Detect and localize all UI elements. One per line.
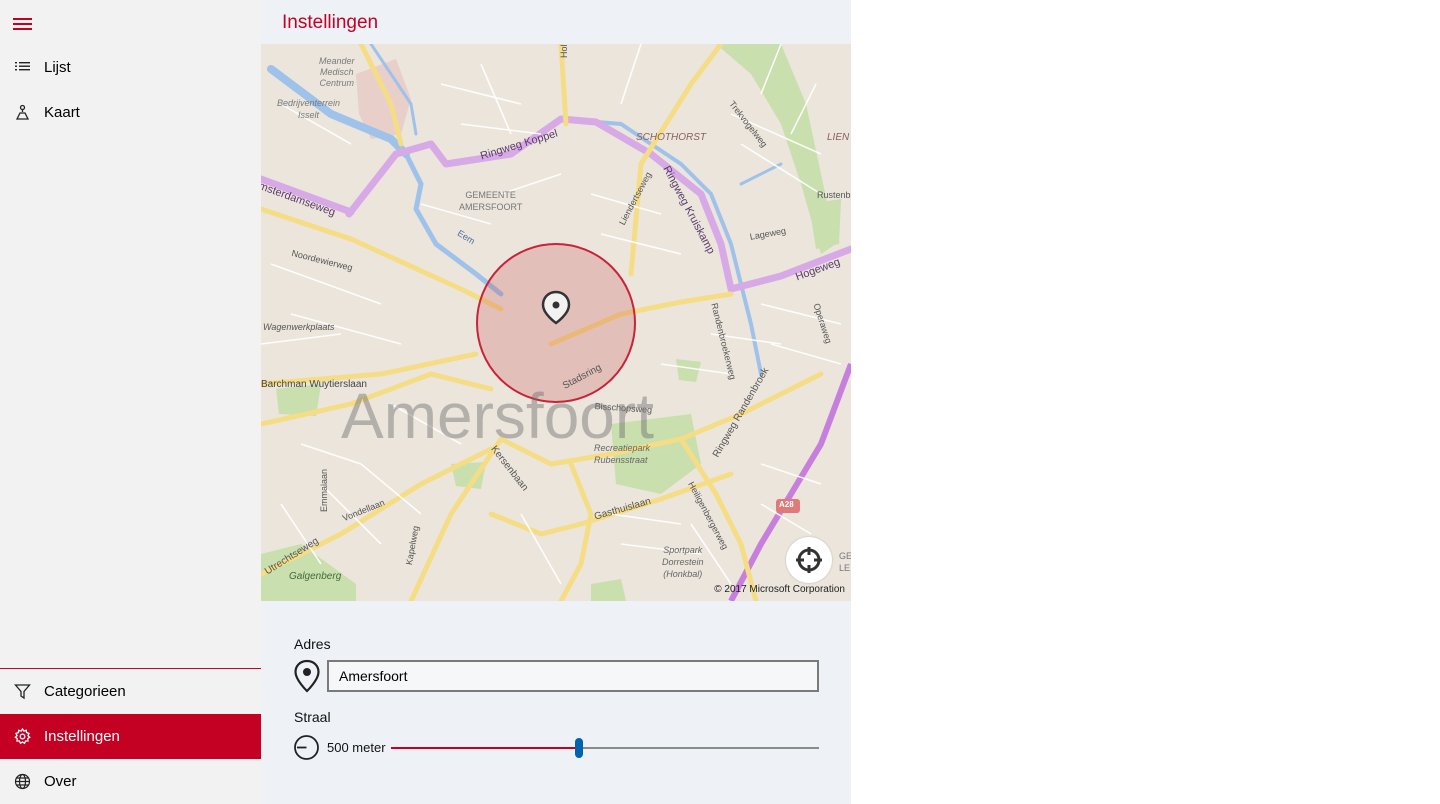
nav-item-label: Over <box>44 773 77 790</box>
map-label: Holkerw <box>559 44 569 58</box>
nav-item-label: Instellingen <box>44 728 120 745</box>
nav-item-label: Kaart <box>44 104 80 121</box>
radius-slider[interactable] <box>391 738 819 758</box>
map-label-gemeente: GEMEENTE AMERSFOORT <box>459 189 522 213</box>
map-label: Sportpark <box>663 545 703 555</box>
map-label: Dorrestein <box>662 557 704 567</box>
map-label: (Honkbal) <box>663 569 703 579</box>
map-label: LIEN <box>827 132 850 143</box>
map-copyright: © 2017 Microsoft Corporation <box>714 584 845 595</box>
nav-item-kaart[interactable]: Kaart <box>0 90 261 135</box>
map-label: Galgenberg <box>289 571 342 582</box>
map-label: Wagenwerkplaats <box>263 322 335 332</box>
map-label: Emmalaan <box>319 468 329 512</box>
slider-fill <box>391 747 579 749</box>
map-label: GE <box>839 551 851 561</box>
map-city-label: Amersfoort <box>341 380 654 452</box>
filter-icon <box>0 683 44 700</box>
address-label: Adres <box>294 636 331 652</box>
nav-item-label: Categorieen <box>44 683 126 700</box>
radius-label: Straal <box>294 709 331 725</box>
nav-item-instellingen[interactable]: Instellingen <box>0 714 261 759</box>
list-icon <box>0 59 44 76</box>
map-label-isselt: Bedrijventerrein Isselt <box>277 97 340 121</box>
locate-me-button[interactable] <box>786 537 832 583</box>
gear-icon <box>0 728 44 745</box>
radius-icon <box>294 735 319 760</box>
map-label: Meander <box>319 56 355 66</box>
map-pin-icon <box>294 659 320 693</box>
nav-item-categorieen[interactable]: Categorieen <box>0 669 261 714</box>
nav-item-label: Lijst <box>44 59 71 76</box>
map-label: LE <box>839 563 851 573</box>
map-label-hospital: Meander Medisch Centrum <box>319 56 355 89</box>
hamburger-menu-icon[interactable] <box>12 13 34 35</box>
slider-thumb[interactable] <box>575 738 583 758</box>
map-label: Rubensstraat <box>594 455 648 465</box>
map-label: Rustenb <box>817 190 851 200</box>
highway-shield-a28: A28 <box>779 500 794 509</box>
map-label: GEMEENTE <box>465 190 516 200</box>
map-label: Bedrijventerrein <box>277 98 341 108</box>
map-pin-person-icon <box>0 104 44 121</box>
radius-value: 500 meter <box>327 740 386 755</box>
globe-icon <box>0 773 44 790</box>
map-label: Centrum <box>319 78 355 88</box>
map-label: SCHOTHORST <box>636 132 706 143</box>
page-title: Instellingen <box>282 12 379 33</box>
map-label-edge: GE LE <box>839 550 851 574</box>
navigation-pane: Lijst Kaart Categorieen Instellingen Ove… <box>0 0 261 804</box>
nav-item-over[interactable]: Over <box>0 759 261 804</box>
map-label: Medisch <box>320 67 354 77</box>
address-input[interactable] <box>327 660 819 692</box>
settings-page: Instellingen Meander Medisch Centrum Bed… <box>261 0 851 804</box>
nav-item-lijst[interactable]: Lijst <box>0 45 261 90</box>
map-view[interactable]: Meander Medisch Centrum Bedrijventerrein… <box>261 44 851 601</box>
crosshair-icon <box>796 547 822 573</box>
map-label: AMERSFOORT <box>459 202 523 212</box>
map-label: Isselt <box>298 110 320 120</box>
map-label-sportpark: Sportpark Dorrestein (Honkbal) <box>662 544 704 580</box>
